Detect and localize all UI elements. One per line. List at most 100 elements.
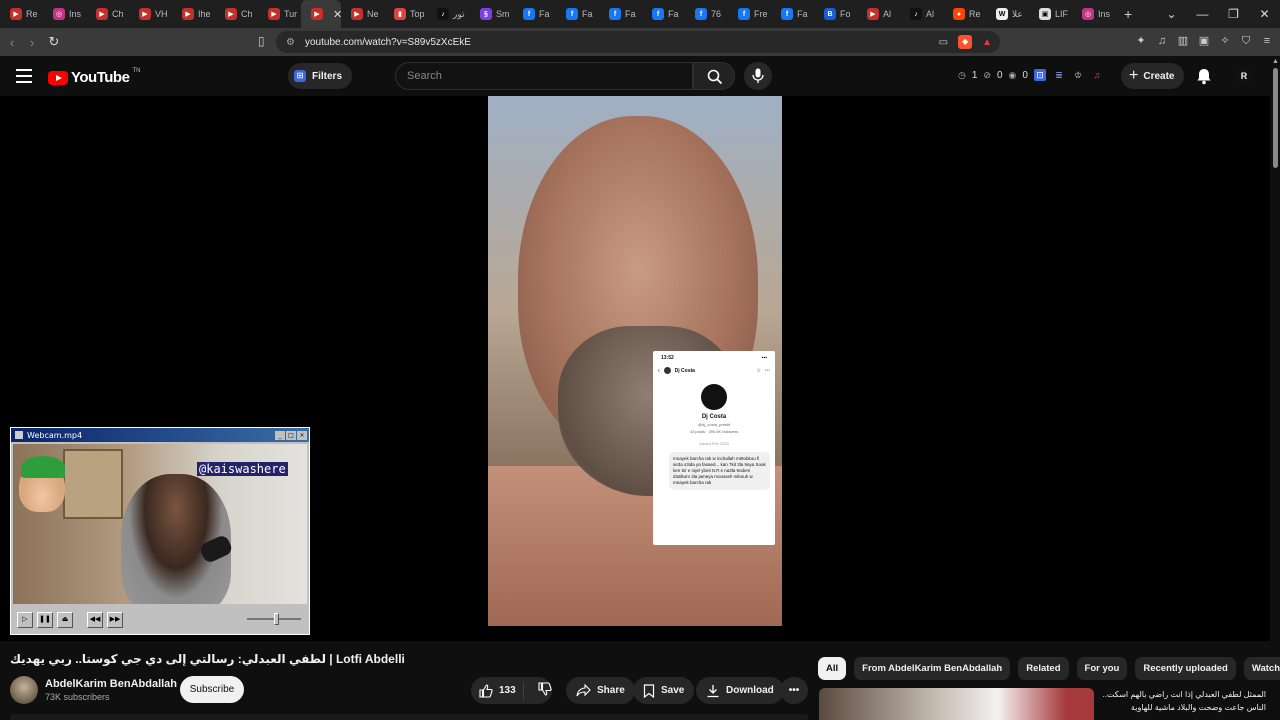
tab-search-button[interactable]: ⌄ bbox=[1156, 7, 1187, 21]
filter-chip[interactable]: Related bbox=[1018, 657, 1069, 680]
create-label: Create bbox=[1143, 70, 1175, 82]
wallet-icon[interactable]: ▣ bbox=[1197, 34, 1211, 48]
sidebar-icon[interactable]: ▥ bbox=[1176, 34, 1190, 48]
browser-tab[interactable]: ♪ Al bbox=[900, 0, 943, 28]
bookmark-icon[interactable]: ▯ bbox=[258, 34, 265, 48]
browser-tab[interactable]: f Fre bbox=[728, 0, 771, 28]
brave-shields-icon[interactable]: ◆ bbox=[958, 35, 973, 49]
browser-tab[interactable]: ▶ ✕ bbox=[301, 0, 341, 28]
tab-favicon-icon: f bbox=[523, 8, 535, 20]
eject-icon[interactable]: ⏏ bbox=[57, 612, 73, 628]
scroll-up-icon[interactable]: ▲ bbox=[1272, 58, 1279, 65]
translate-icon[interactable]: ⊡ bbox=[1034, 69, 1046, 81]
trophy-icon[interactable]: ♔ bbox=[1072, 69, 1084, 81]
minimize-button[interactable]: — bbox=[1187, 7, 1218, 21]
restore-button[interactable]: ❐ bbox=[1218, 7, 1249, 21]
browser-tab[interactable]: ▶ Re bbox=[0, 0, 43, 28]
search-input[interactable]: Search bbox=[395, 62, 693, 90]
extension-stats[interactable]: ◷ 1 ⊘ 0 ◉ 0 bbox=[958, 70, 1028, 81]
volume-knob[interactable] bbox=[274, 613, 279, 625]
pause-icon[interactable]: ❚❚ bbox=[37, 612, 53, 628]
url-field[interactable]: ⚙ youtube.com/watch?v=S89v5zXcEkE ▭ ◆ ▲ bbox=[276, 31, 1000, 53]
filter-chip[interactable]: Recently uploaded bbox=[1135, 657, 1236, 680]
media-icon[interactable]: ♫ bbox=[1155, 34, 1169, 48]
cast-icon[interactable]: ▭ bbox=[939, 37, 948, 48]
play-icon[interactable]: ▷ bbox=[17, 612, 33, 628]
browser-tab[interactable]: ● Re bbox=[943, 0, 986, 28]
notification-off-icon[interactable]: ♫ bbox=[1091, 69, 1103, 81]
list-icon[interactable]: ≣ bbox=[1053, 69, 1065, 81]
browser-tab[interactable]: ◎ Ins bbox=[43, 0, 86, 28]
volume-slider[interactable] bbox=[247, 613, 301, 625]
leo-ai-icon[interactable]: ✧ bbox=[1218, 34, 1232, 48]
filter-chip[interactable]: For you bbox=[1076, 657, 1128, 680]
browser-tab[interactable]: ▣ LIF bbox=[1029, 0, 1072, 28]
youtube-logo[interactable]: YouTube TN bbox=[48, 68, 140, 86]
forward-icon[interactable]: › bbox=[22, 35, 42, 50]
tab-close-icon[interactable]: ✕ bbox=[333, 8, 341, 21]
create-button[interactable]: + Create bbox=[1121, 63, 1185, 89]
filters-button[interactable]: ⊞ Filters bbox=[288, 63, 353, 89]
browser-tab[interactable]: ▶ Ch bbox=[215, 0, 258, 28]
webcam-minimize-button[interactable]: _ bbox=[275, 430, 285, 440]
webcam-close-button[interactable]: × bbox=[297, 430, 307, 440]
close-window-button[interactable]: ✕ bbox=[1249, 7, 1280, 21]
like-button[interactable]: 133 bbox=[471, 681, 524, 700]
site-info-icon[interactable]: ⚙ bbox=[286, 37, 295, 48]
channel-avatar[interactable] bbox=[10, 676, 38, 704]
share-button[interactable]: Share bbox=[566, 677, 635, 704]
filter-chip[interactable]: From AbdelKarim BenAbdallah bbox=[854, 657, 1011, 680]
browser-tab[interactable]: ▶ Ne bbox=[341, 0, 384, 28]
back-icon[interactable]: ‹ bbox=[2, 35, 22, 50]
search-button[interactable] bbox=[693, 62, 735, 90]
new-tab-button[interactable]: + bbox=[1124, 6, 1132, 22]
next-icon[interactable]: ▶▶ bbox=[107, 612, 123, 628]
scroll-thumb[interactable] bbox=[1273, 68, 1278, 168]
url-text[interactable]: youtube.com/watch?v=S89v5zXcEkE bbox=[305, 37, 471, 48]
browser-tab[interactable]: ▶ Al bbox=[857, 0, 900, 28]
extensions-icon[interactable]: ✦ bbox=[1134, 34, 1148, 48]
browser-tab[interactable]: ◎ Ins bbox=[1072, 0, 1115, 28]
vpn-icon[interactable]: ⛉ bbox=[1239, 34, 1253, 48]
webcam-titlebar[interactable]: Webcam.mp4 _ □ × bbox=[11, 428, 309, 442]
browser-tab[interactable]: ▮ Top bbox=[384, 0, 427, 28]
reload-icon[interactable]: ↻ bbox=[44, 34, 64, 50]
menu-icon[interactable]: ≡ bbox=[1260, 34, 1274, 48]
dislike-button[interactable] bbox=[530, 682, 552, 699]
download-button[interactable]: Download bbox=[696, 677, 784, 704]
page-scrollbar[interactable]: ▲ bbox=[1270, 56, 1280, 720]
guide-menu-icon[interactable] bbox=[16, 69, 32, 83]
browser-tab[interactable]: f Fa bbox=[599, 0, 642, 28]
voice-search-button[interactable] bbox=[744, 62, 772, 90]
browser-tab[interactable]: ▶ Ch bbox=[86, 0, 129, 28]
previous-icon[interactable]: ◀◀ bbox=[87, 612, 103, 628]
browser-tab[interactable]: W علا bbox=[986, 0, 1029, 28]
description-box-edge[interactable] bbox=[10, 714, 808, 720]
browser-tab[interactable]: ▶ Tur bbox=[258, 0, 301, 28]
channel-name[interactable]: AbdelKarim BenAbdallah bbox=[45, 678, 177, 690]
browser-tab[interactable]: f Fa bbox=[556, 0, 599, 28]
browser-tab[interactable]: f 76 bbox=[685, 0, 728, 28]
filter-chip[interactable]: All bbox=[818, 657, 847, 680]
browser-tab[interactable]: § Sm bbox=[470, 0, 513, 28]
webcam-maximize-button[interactable]: □ bbox=[286, 430, 296, 440]
recommendation-title[interactable]: الممثل لطفي العبدلي إذا انت راضي بالهم ا… bbox=[1098, 688, 1266, 714]
browser-tab[interactable]: f Fa bbox=[513, 0, 556, 28]
browser-tab[interactable]: f Fa bbox=[642, 0, 685, 28]
more-actions-button[interactable]: ••• bbox=[780, 677, 808, 704]
recommendation-thumbnail[interactable] bbox=[819, 688, 1094, 720]
browser-tab[interactable]: B Fo bbox=[814, 0, 857, 28]
save-button[interactable]: Save bbox=[633, 677, 695, 704]
filter-chip[interactable]: Watched bbox=[1243, 657, 1280, 680]
brave-rewards-icon[interactable]: ▲ bbox=[982, 37, 992, 48]
webcam-window[interactable]: Webcam.mp4 _ □ × @kaiswashere ▷ ❚❚ ⏏ ◀◀ … bbox=[10, 427, 310, 635]
notifications-bell-icon[interactable] bbox=[1196, 68, 1212, 85]
browser-tab[interactable]: f Fa bbox=[771, 0, 814, 28]
browser-tab[interactable]: ▶ VH bbox=[129, 0, 172, 28]
subscribe-button[interactable]: Subscribe bbox=[180, 676, 244, 703]
tab-label: Ne bbox=[367, 9, 379, 19]
browser-tab[interactable]: ▶ Ihe bbox=[172, 0, 215, 28]
account-avatar[interactable]: R bbox=[1234, 66, 1254, 86]
browser-tab[interactable]: ♪ تور bbox=[427, 0, 470, 28]
media-file-icon bbox=[15, 431, 23, 439]
